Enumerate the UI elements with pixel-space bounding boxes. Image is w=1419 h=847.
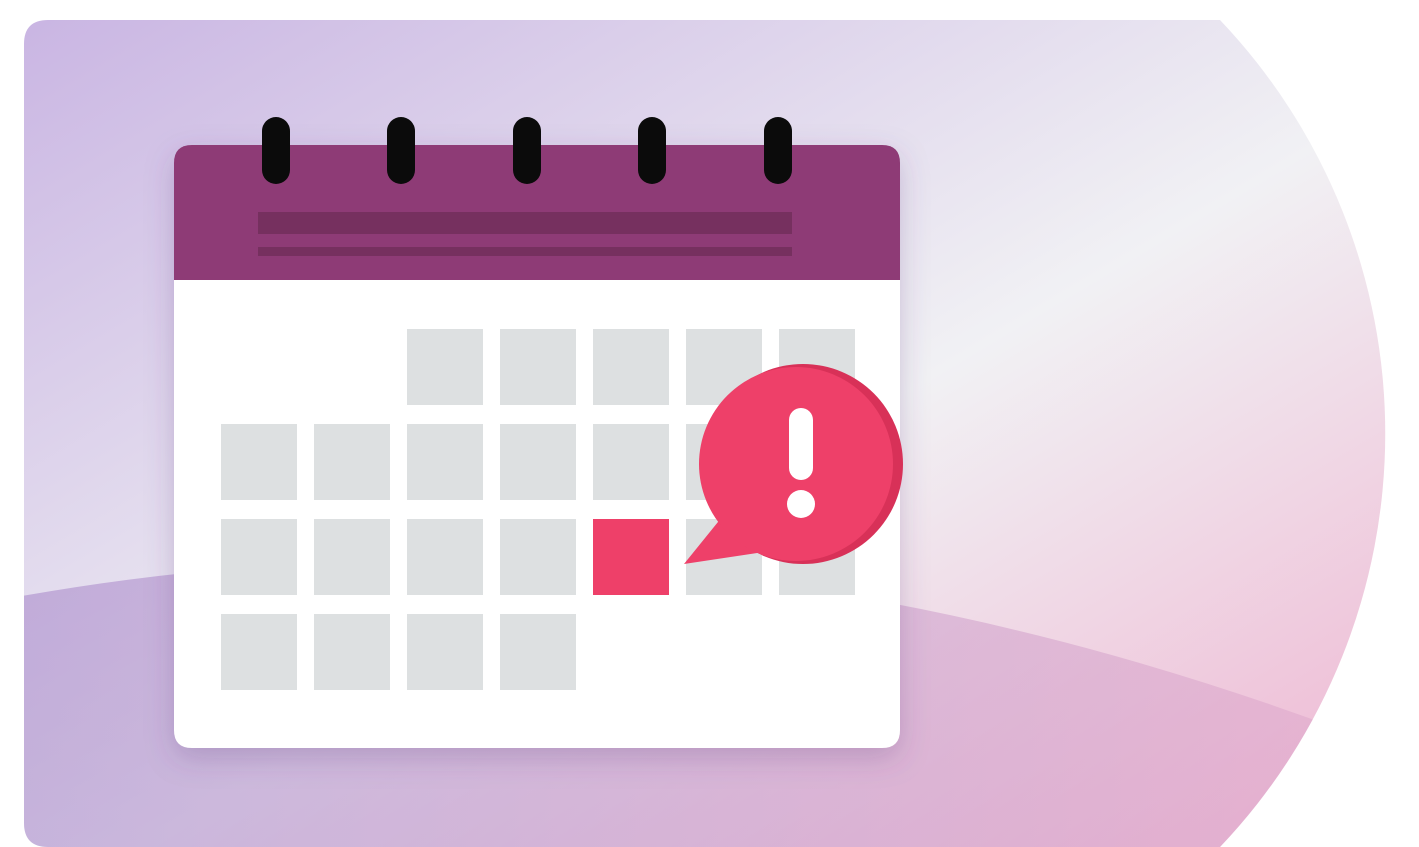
day-cell <box>314 519 390 595</box>
highlighted-day-cell <box>593 519 669 595</box>
day-cell <box>407 519 483 595</box>
exclamation-icon <box>787 408 815 518</box>
spiral-ring <box>638 117 666 184</box>
spiral-ring <box>764 117 792 184</box>
day-cell <box>407 424 483 500</box>
day-cell <box>407 329 483 405</box>
day-cell <box>500 329 576 405</box>
spiral-ring <box>513 117 541 184</box>
spiral-ring <box>262 117 290 184</box>
day-cell <box>593 329 669 405</box>
exclamation-dot <box>787 490 815 518</box>
calendar-header-bars <box>258 212 792 256</box>
day-cell <box>221 614 297 690</box>
illustration-svg <box>24 20 1386 847</box>
day-cell <box>500 519 576 595</box>
day-cell <box>314 424 390 500</box>
day-cell <box>314 614 390 690</box>
day-cell <box>221 519 297 595</box>
calendar-alert-illustration <box>0 0 1419 847</box>
day-cell <box>500 614 576 690</box>
spiral-ring <box>387 117 415 184</box>
day-cell <box>221 424 297 500</box>
header-title-bar <box>258 212 792 234</box>
day-cell <box>593 424 669 500</box>
header-subtitle-bar <box>258 247 792 256</box>
day-cell <box>500 424 576 500</box>
exclamation-bar <box>789 408 813 480</box>
day-cell <box>407 614 483 690</box>
